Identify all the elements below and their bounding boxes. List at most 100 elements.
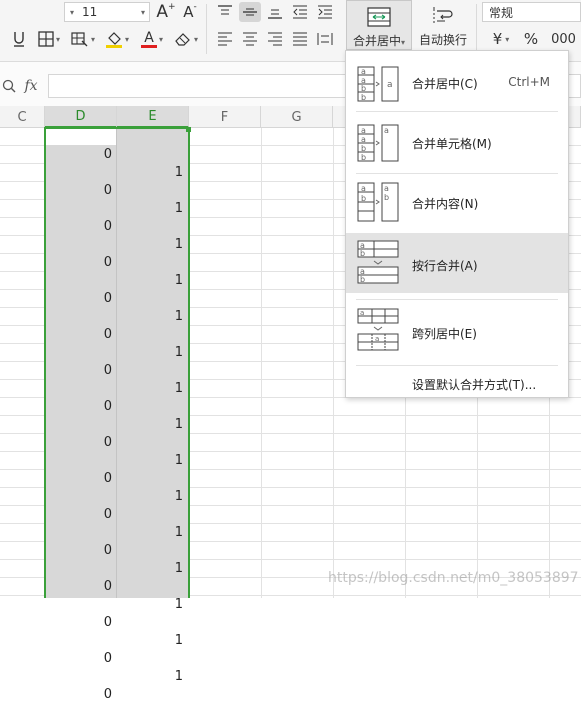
- clear-format-button[interactable]: ▾: [171, 28, 201, 50]
- svg-text:a: a: [361, 67, 366, 76]
- thousands-button[interactable]: 000: [546, 28, 581, 50]
- align-center-button[interactable]: [239, 29, 261, 49]
- fx-icon: fx: [24, 78, 38, 94]
- svg-text:b: b: [360, 249, 365, 258]
- menu-separator: [356, 173, 558, 174]
- svg-text:b: b: [361, 194, 366, 203]
- justify-button[interactable]: [289, 29, 311, 49]
- menu-item-merge-content[interactable]: ab ab 合并内容(N): [346, 179, 568, 227]
- currency-dropdown-icon[interactable]: ▾: [505, 35, 509, 44]
- menu-item-center-across[interactable]: a a 跨列居中(E): [346, 305, 568, 357]
- number-format-select[interactable]: 常规: [482, 2, 581, 22]
- align-left-button[interactable]: [214, 29, 236, 49]
- merge-dropdown-menu: aabb a 合并居中(C) Ctrl+M aabb a 合并单元格(M) ab…: [345, 50, 569, 398]
- svg-text:a: a: [360, 309, 364, 317]
- borders-dropdown-icon[interactable]: ▾: [56, 35, 60, 44]
- align-center-icon: [243, 32, 257, 46]
- distribute-button[interactable]: [314, 29, 336, 49]
- column-header-d[interactable]: D: [45, 106, 117, 128]
- menu-item-merge-center[interactable]: aabb a 合并居中(C) Ctrl+M: [346, 61, 568, 105]
- align-bottom-button[interactable]: [264, 2, 286, 22]
- wrap-text-icon: [433, 7, 453, 23]
- column-header-f[interactable]: F: [189, 106, 261, 128]
- align-middle-icon: [243, 8, 257, 16]
- svg-text:b: b: [361, 153, 366, 162]
- align-bottom-icon: [268, 9, 282, 19]
- merge-center-label: 合并居中▾: [352, 34, 406, 48]
- fill-bucket-icon: [105, 32, 122, 48]
- wrap-text-button[interactable]: 自动换行: [414, 0, 472, 50]
- cell-style-dropdown-icon[interactable]: ▾: [91, 35, 95, 44]
- cell-e-value[interactable]: 1: [118, 632, 186, 649]
- decrease-indent-button[interactable]: [289, 2, 311, 22]
- merge-center-button[interactable]: 合并居中▾: [346, 0, 412, 50]
- svg-text:a: a: [384, 126, 389, 135]
- svg-text:a: a: [387, 80, 393, 90]
- cell-e-value[interactable]: 1: [118, 668, 186, 685]
- cell-style-button[interactable]: ▾: [68, 28, 98, 50]
- fx-button[interactable]: fx: [20, 75, 42, 97]
- column-header-g[interactable]: G: [261, 106, 333, 128]
- menu-item-label: 合并单元格(M): [412, 137, 492, 151]
- merge-cells-icon: aabb a: [357, 124, 399, 162]
- align-top-icon: [218, 5, 232, 15]
- grow-font-icon: A: [156, 2, 169, 22]
- font-color-icon: A: [140, 31, 157, 48]
- zoom-icon[interactable]: [0, 76, 18, 96]
- menu-item-merge-cells[interactable]: aabb a 合并单元格(M): [346, 119, 568, 167]
- column-header-c[interactable]: C: [0, 106, 45, 128]
- shrink-font-icon: A: [183, 3, 194, 21]
- font-name-dropdown-icon[interactable]: ▾: [65, 8, 79, 17]
- merge-dropdown-icon: ▾: [401, 38, 406, 47]
- underline-icon: [14, 32, 24, 47]
- cell-e-value[interactable]: 1: [118, 596, 186, 613]
- percent-button[interactable]: %: [520, 28, 542, 50]
- svg-text:a: a: [361, 135, 366, 144]
- watermark-text: https://blog.csdn.net/m0_38053897: [328, 570, 579, 586]
- cell-d-value[interactable]: 0: [47, 650, 115, 667]
- font-size-value: 11: [82, 5, 98, 19]
- font-color-button[interactable]: A ▾: [137, 28, 167, 50]
- clear-format-dropdown-icon[interactable]: ▾: [194, 35, 198, 44]
- cell-d-value[interactable]: 0: [47, 614, 115, 631]
- column-divider: [333, 128, 334, 598]
- svg-text:a: a: [361, 126, 366, 135]
- merge-content-icon: ab ab: [357, 182, 399, 222]
- underline-button[interactable]: [8, 28, 30, 50]
- fill-handle[interactable]: [186, 127, 191, 132]
- menu-separator: [356, 299, 558, 300]
- svg-text:a: a: [375, 335, 379, 343]
- menu-item-set-default-merge[interactable]: 设置默认合并方式(T)...: [346, 371, 568, 395]
- ribbon-separator: [476, 4, 477, 54]
- align-right-button[interactable]: [264, 29, 286, 49]
- align-middle-button[interactable]: [239, 2, 261, 22]
- number-format-value: 常规: [489, 5, 514, 20]
- wrap-text-label: 自动换行: [418, 33, 467, 47]
- menu-separator: [356, 111, 558, 112]
- borders-button[interactable]: ▾: [34, 28, 64, 50]
- menu-item-label: 合并居中(C): [412, 77, 478, 91]
- svg-text:b: b: [360, 275, 365, 284]
- decrease-indent-icon: [293, 5, 307, 19]
- increase-indent-button[interactable]: [314, 2, 336, 22]
- selection-border: [44, 127, 190, 598]
- svg-text:a: a: [384, 184, 389, 193]
- column-header-e[interactable]: E: [117, 106, 189, 128]
- grow-font-button[interactable]: A +: [155, 1, 177, 23]
- fill-color-button[interactable]: ▾: [102, 28, 132, 50]
- fill-color-dropdown-icon[interactable]: ▾: [125, 35, 129, 44]
- thousands-icon: 000: [551, 31, 576, 47]
- svg-text:b: b: [361, 84, 366, 93]
- cell-d-value[interactable]: 0: [47, 686, 115, 703]
- menu-item-label: 按行合并(A): [412, 259, 478, 273]
- currency-button[interactable]: ¥ ▾: [484, 28, 518, 50]
- align-top-button[interactable]: [214, 2, 236, 22]
- justify-icon: [293, 32, 307, 46]
- font-size-dropdown-icon[interactable]: ▾: [137, 8, 149, 17]
- font-size-select[interactable]: ▾ 11 ▾: [64, 2, 150, 22]
- font-color-dropdown-icon[interactable]: ▾: [159, 35, 163, 44]
- borders-icon: [38, 31, 54, 47]
- menu-item-shortcut: Ctrl+M: [508, 75, 550, 89]
- shrink-font-button[interactable]: A-: [179, 1, 201, 23]
- menu-item-merge-by-row[interactable]: ab ab 按行合并(A): [346, 233, 568, 293]
